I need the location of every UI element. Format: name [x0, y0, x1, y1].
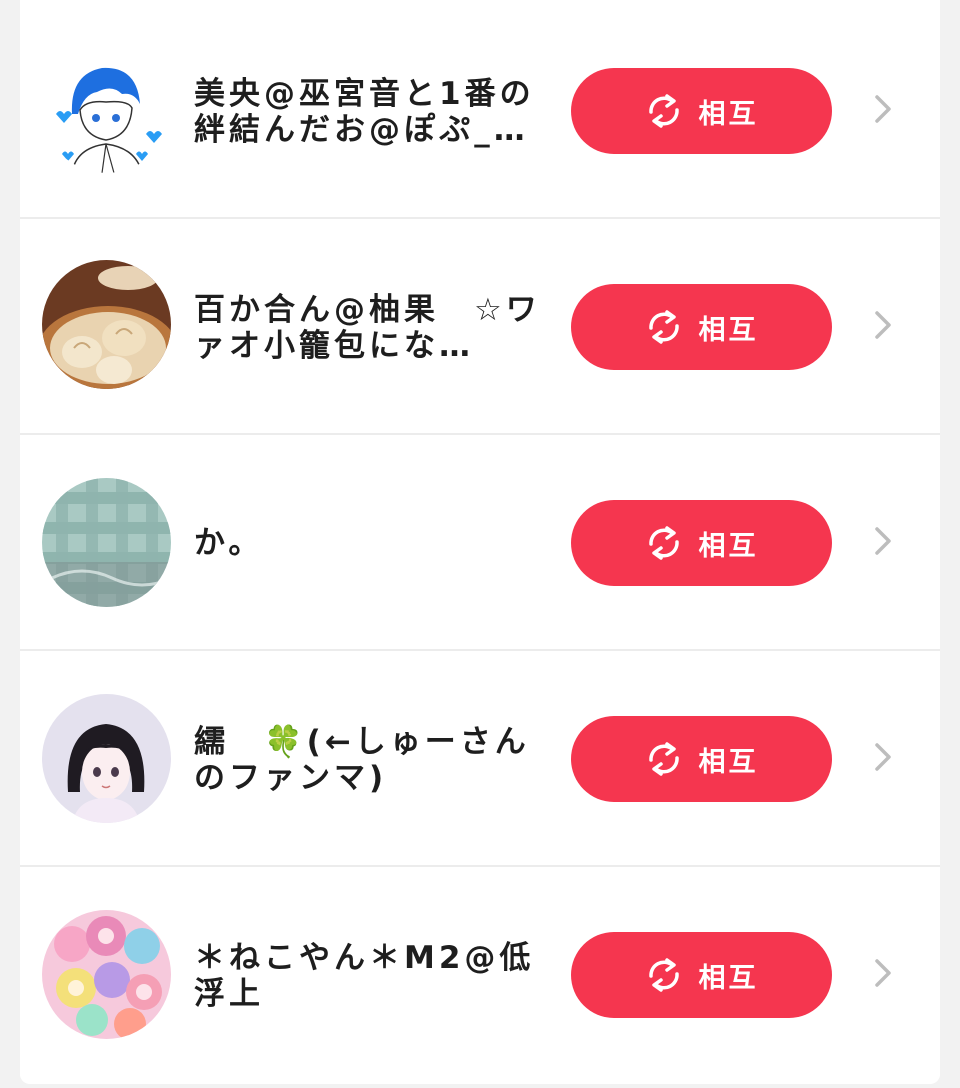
mutual-follow-list: 美央@巫宮音と1番の絆結んだお@ぽぷ_… 相互 百か合ん@柚果 ☆ワァオ小籠包に… [20, 0, 940, 1084]
mutual-follow-label: 相互 [698, 962, 759, 994]
avatar[interactable] [42, 478, 171, 607]
list-item[interactable]: 百か合ん@柚果 ☆ワァオ小籠包にな… 相互 [20, 219, 940, 434]
mutual-follow-button[interactable]: 相互 [571, 932, 832, 1018]
avatar[interactable] [42, 910, 171, 1039]
list-item[interactable]: か。 相互 [20, 435, 940, 650]
chevron-right-icon[interactable] [868, 955, 898, 991]
sync-icon [648, 94, 679, 128]
user-name: 百か合ん@柚果 ☆ワァオ小籠包にな… [194, 292, 541, 364]
user-name: か。 [194, 525, 264, 561]
mutual-follow-button[interactable]: 相互 [571, 716, 832, 802]
mutual-follow-label: 相互 [698, 314, 759, 346]
user-name: ＊ねこやん＊M2@低浮上 [194, 940, 535, 1012]
mutual-follow-label: 相互 [698, 98, 759, 130]
avatar-plaid-image [42, 478, 171, 607]
chevron-right-icon[interactable] [868, 523, 898, 559]
avatar[interactable] [42, 260, 171, 389]
mutual-follow-button[interactable]: 相互 [571, 68, 832, 154]
avatar[interactable] [42, 694, 171, 823]
list-item[interactable]: 美央@巫宮音と1番の絆結んだお@ぽぷ_… 相互 [20, 3, 940, 218]
mutual-follow-label: 相互 [698, 746, 759, 778]
avatar-anime-boy-image [42, 44, 171, 173]
avatar-dumplings-image [42, 260, 171, 389]
avatar[interactable] [42, 44, 171, 173]
user-name: 美央@巫宮音と1番の絆結んだお@ぽぷ_… [194, 76, 535, 148]
chevron-right-icon[interactable] [868, 739, 898, 775]
sync-icon [648, 958, 679, 992]
list-item[interactable]: 繻 🍀(←しゅーさんのファンマ) 相互 [20, 651, 940, 866]
chevron-right-icon[interactable] [868, 91, 898, 127]
mutual-follow-label: 相互 [698, 530, 759, 562]
avatar-colorful-group-image [42, 910, 171, 1039]
avatar-anime-girl-image [42, 694, 171, 823]
user-name: 繻 🍀(←しゅーさんのファンマ) [194, 724, 530, 796]
mutual-follow-button[interactable]: 相互 [571, 500, 832, 586]
chevron-right-icon[interactable] [868, 307, 898, 343]
mutual-follow-button[interactable]: 相互 [571, 284, 832, 370]
sync-icon [648, 310, 679, 344]
list-item[interactable]: ＊ねこやん＊M2@低浮上 相互 [20, 867, 940, 1082]
sync-icon [648, 742, 679, 776]
sync-icon [648, 526, 679, 560]
